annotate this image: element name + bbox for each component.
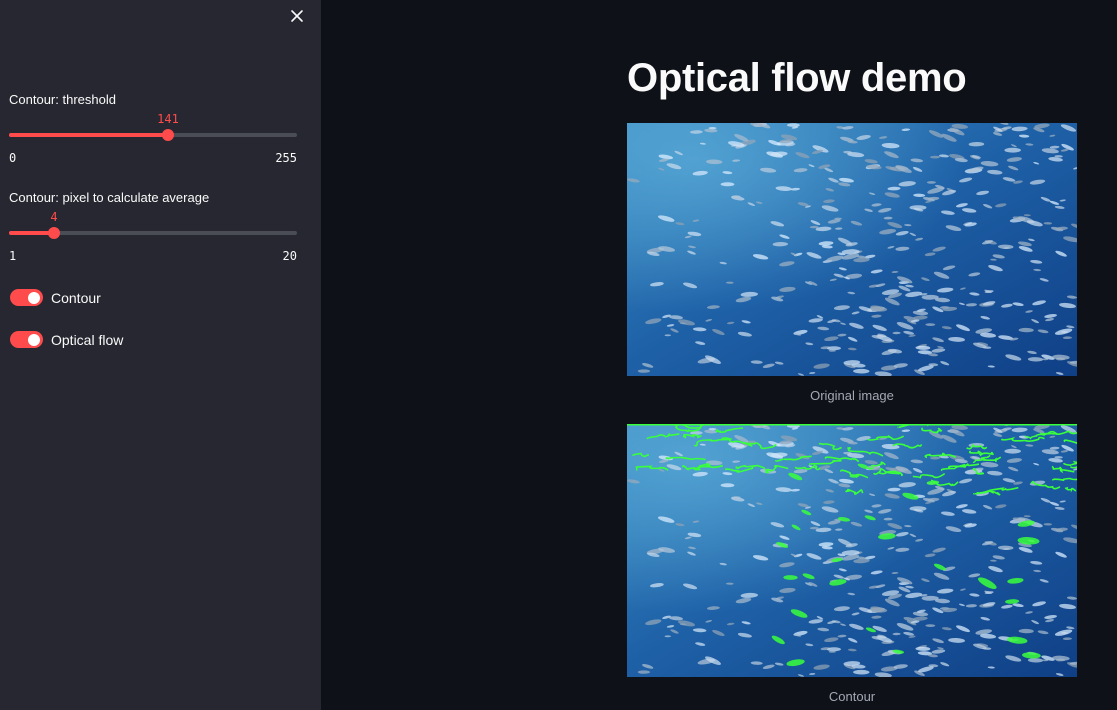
close-icon [291, 10, 303, 22]
average-pixel-slider-value: 4 [50, 210, 58, 224]
fish-shape [926, 181, 936, 184]
threshold-slider-thumb[interactable] [162, 129, 174, 141]
optical-flow-toggle-switch[interactable] [10, 331, 43, 348]
optical-flow-toggle-label: Optical flow [51, 331, 124, 348]
average-pixel-slider-thumb[interactable] [48, 227, 60, 239]
original-image [627, 123, 1077, 376]
contour-image-svg [627, 424, 1077, 677]
app: Contour: threshold 141 0 255 Contour: pi… [0, 0, 1117, 710]
average-pixel-slider-label: Contour: pixel to calculate average [9, 190, 210, 205]
contour-toggle-label: Contour [51, 289, 101, 306]
average-pixel-slider-min: 1 [9, 249, 17, 263]
contour-image [627, 424, 1077, 677]
optical-flow-toggle-knob [28, 333, 40, 346]
threshold-slider-label: Contour: threshold [9, 92, 116, 107]
average-pixel-slider-max: 20 [282, 249, 297, 263]
fish-shape [787, 123, 800, 127]
optical-flow-toggle[interactable]: Optical flow [10, 331, 123, 348]
original-image-caption: Original image [810, 388, 894, 403]
threshold-slider-track[interactable] [9, 129, 297, 141]
threshold-slider-value: 141 [157, 112, 179, 126]
close-sidebar-button[interactable] [286, 5, 308, 27]
contour-image-caption: Contour [828, 689, 876, 704]
original-image-svg [627, 123, 1077, 376]
threshold-slider-min: 0 [9, 151, 17, 165]
contour-toggle-switch[interactable] [10, 289, 43, 306]
page-title: Optical flow demo [627, 56, 967, 100]
threshold-slider-fill [9, 133, 168, 137]
average-pixel-slider-block: Contour: pixel to calculate average 4 1 … [9, 190, 297, 265]
threshold-slider-max: 255 [275, 151, 297, 165]
threshold-slider-block: Contour: threshold 141 0 255 [9, 92, 297, 167]
average-pixel-slider-track[interactable] [9, 227, 297, 239]
contour-toggle[interactable]: Contour [10, 289, 101, 306]
sidebar: Contour: threshold 141 0 255 Contour: pi… [0, 0, 321, 710]
contour-edge [627, 424, 1077, 426]
contour-toggle-knob [28, 291, 40, 304]
